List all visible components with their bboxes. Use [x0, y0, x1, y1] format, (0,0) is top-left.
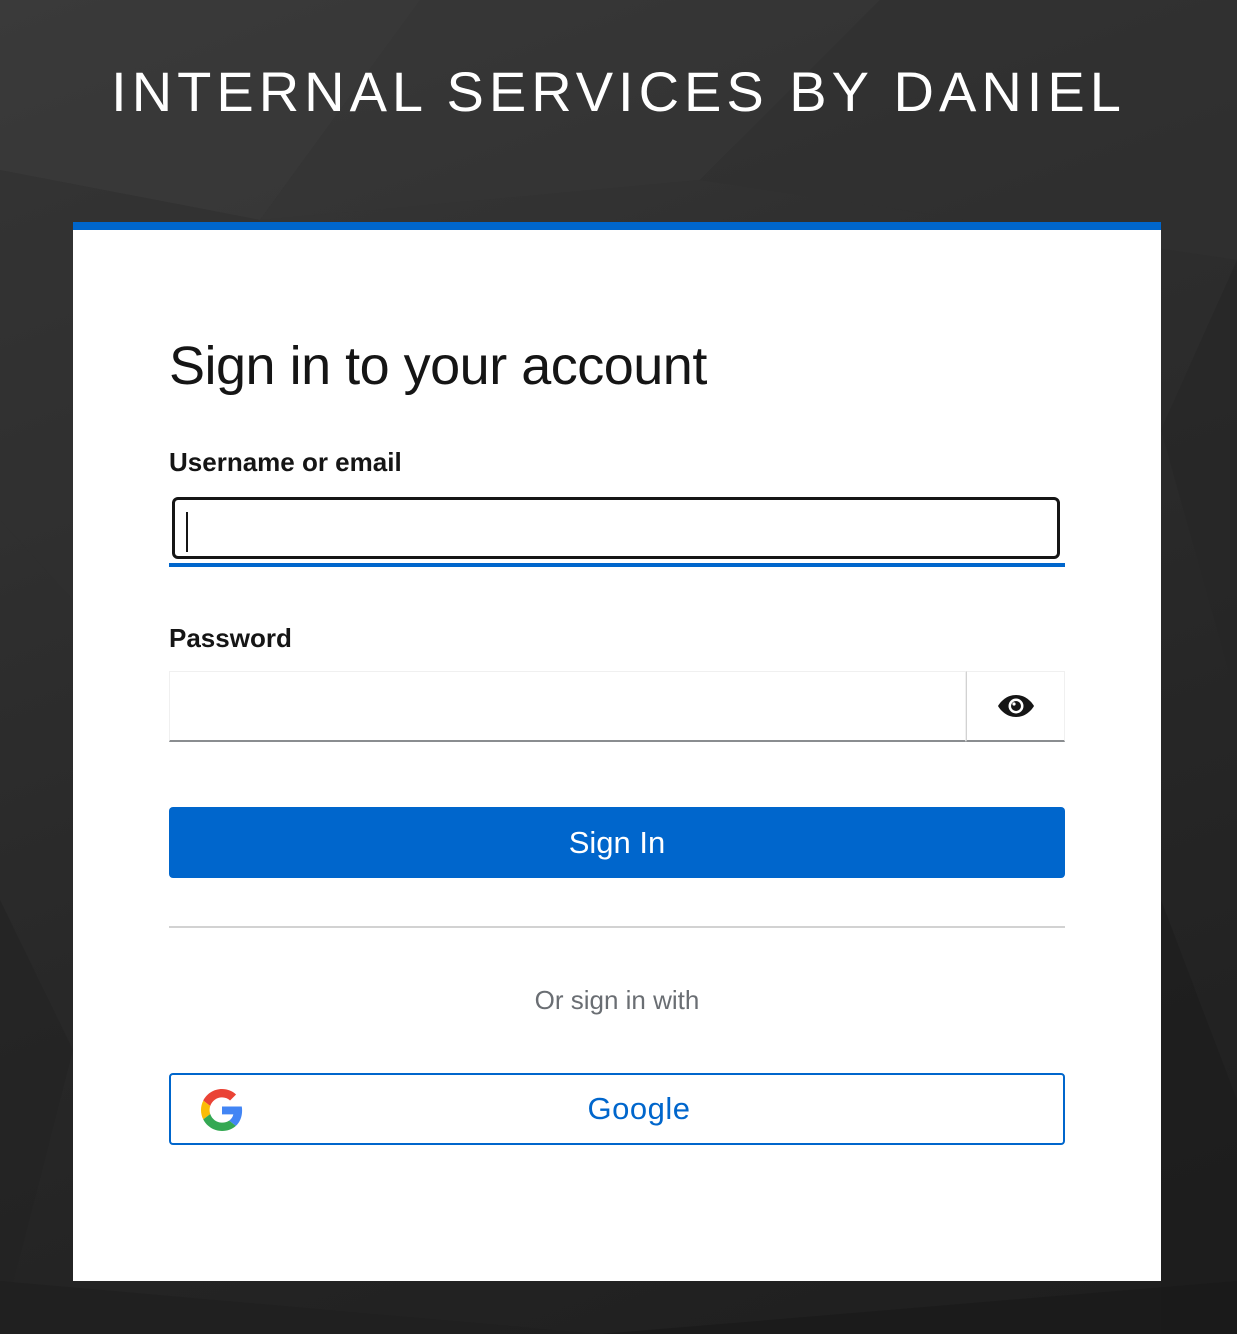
- password-label: Password: [169, 623, 292, 653]
- login-card: Sign in to your account Username or emai…: [73, 222, 1161, 1281]
- eye-icon: [997, 695, 1034, 717]
- divider: [169, 926, 1065, 928]
- social-divider-text: Or sign in with: [534, 985, 700, 1015]
- password-field-group: [169, 671, 1065, 742]
- username-input[interactable]: [172, 497, 1060, 559]
- google-sign-in-button[interactable]: Google: [169, 1073, 1065, 1145]
- google-button-label: Google: [587, 1091, 691, 1126]
- text-cursor: [186, 512, 188, 552]
- sign-in-button[interactable]: Sign In: [169, 807, 1065, 878]
- show-password-button[interactable]: [966, 671, 1065, 742]
- username-field-wrapper: [169, 493, 1065, 567]
- password-input[interactable]: [169, 671, 966, 742]
- page-title: Sign in to your account: [169, 336, 707, 396]
- realm-title: INTERNAL SERVICES BY DANIEL: [111, 60, 1126, 123]
- username-label: Username or email: [169, 447, 402, 477]
